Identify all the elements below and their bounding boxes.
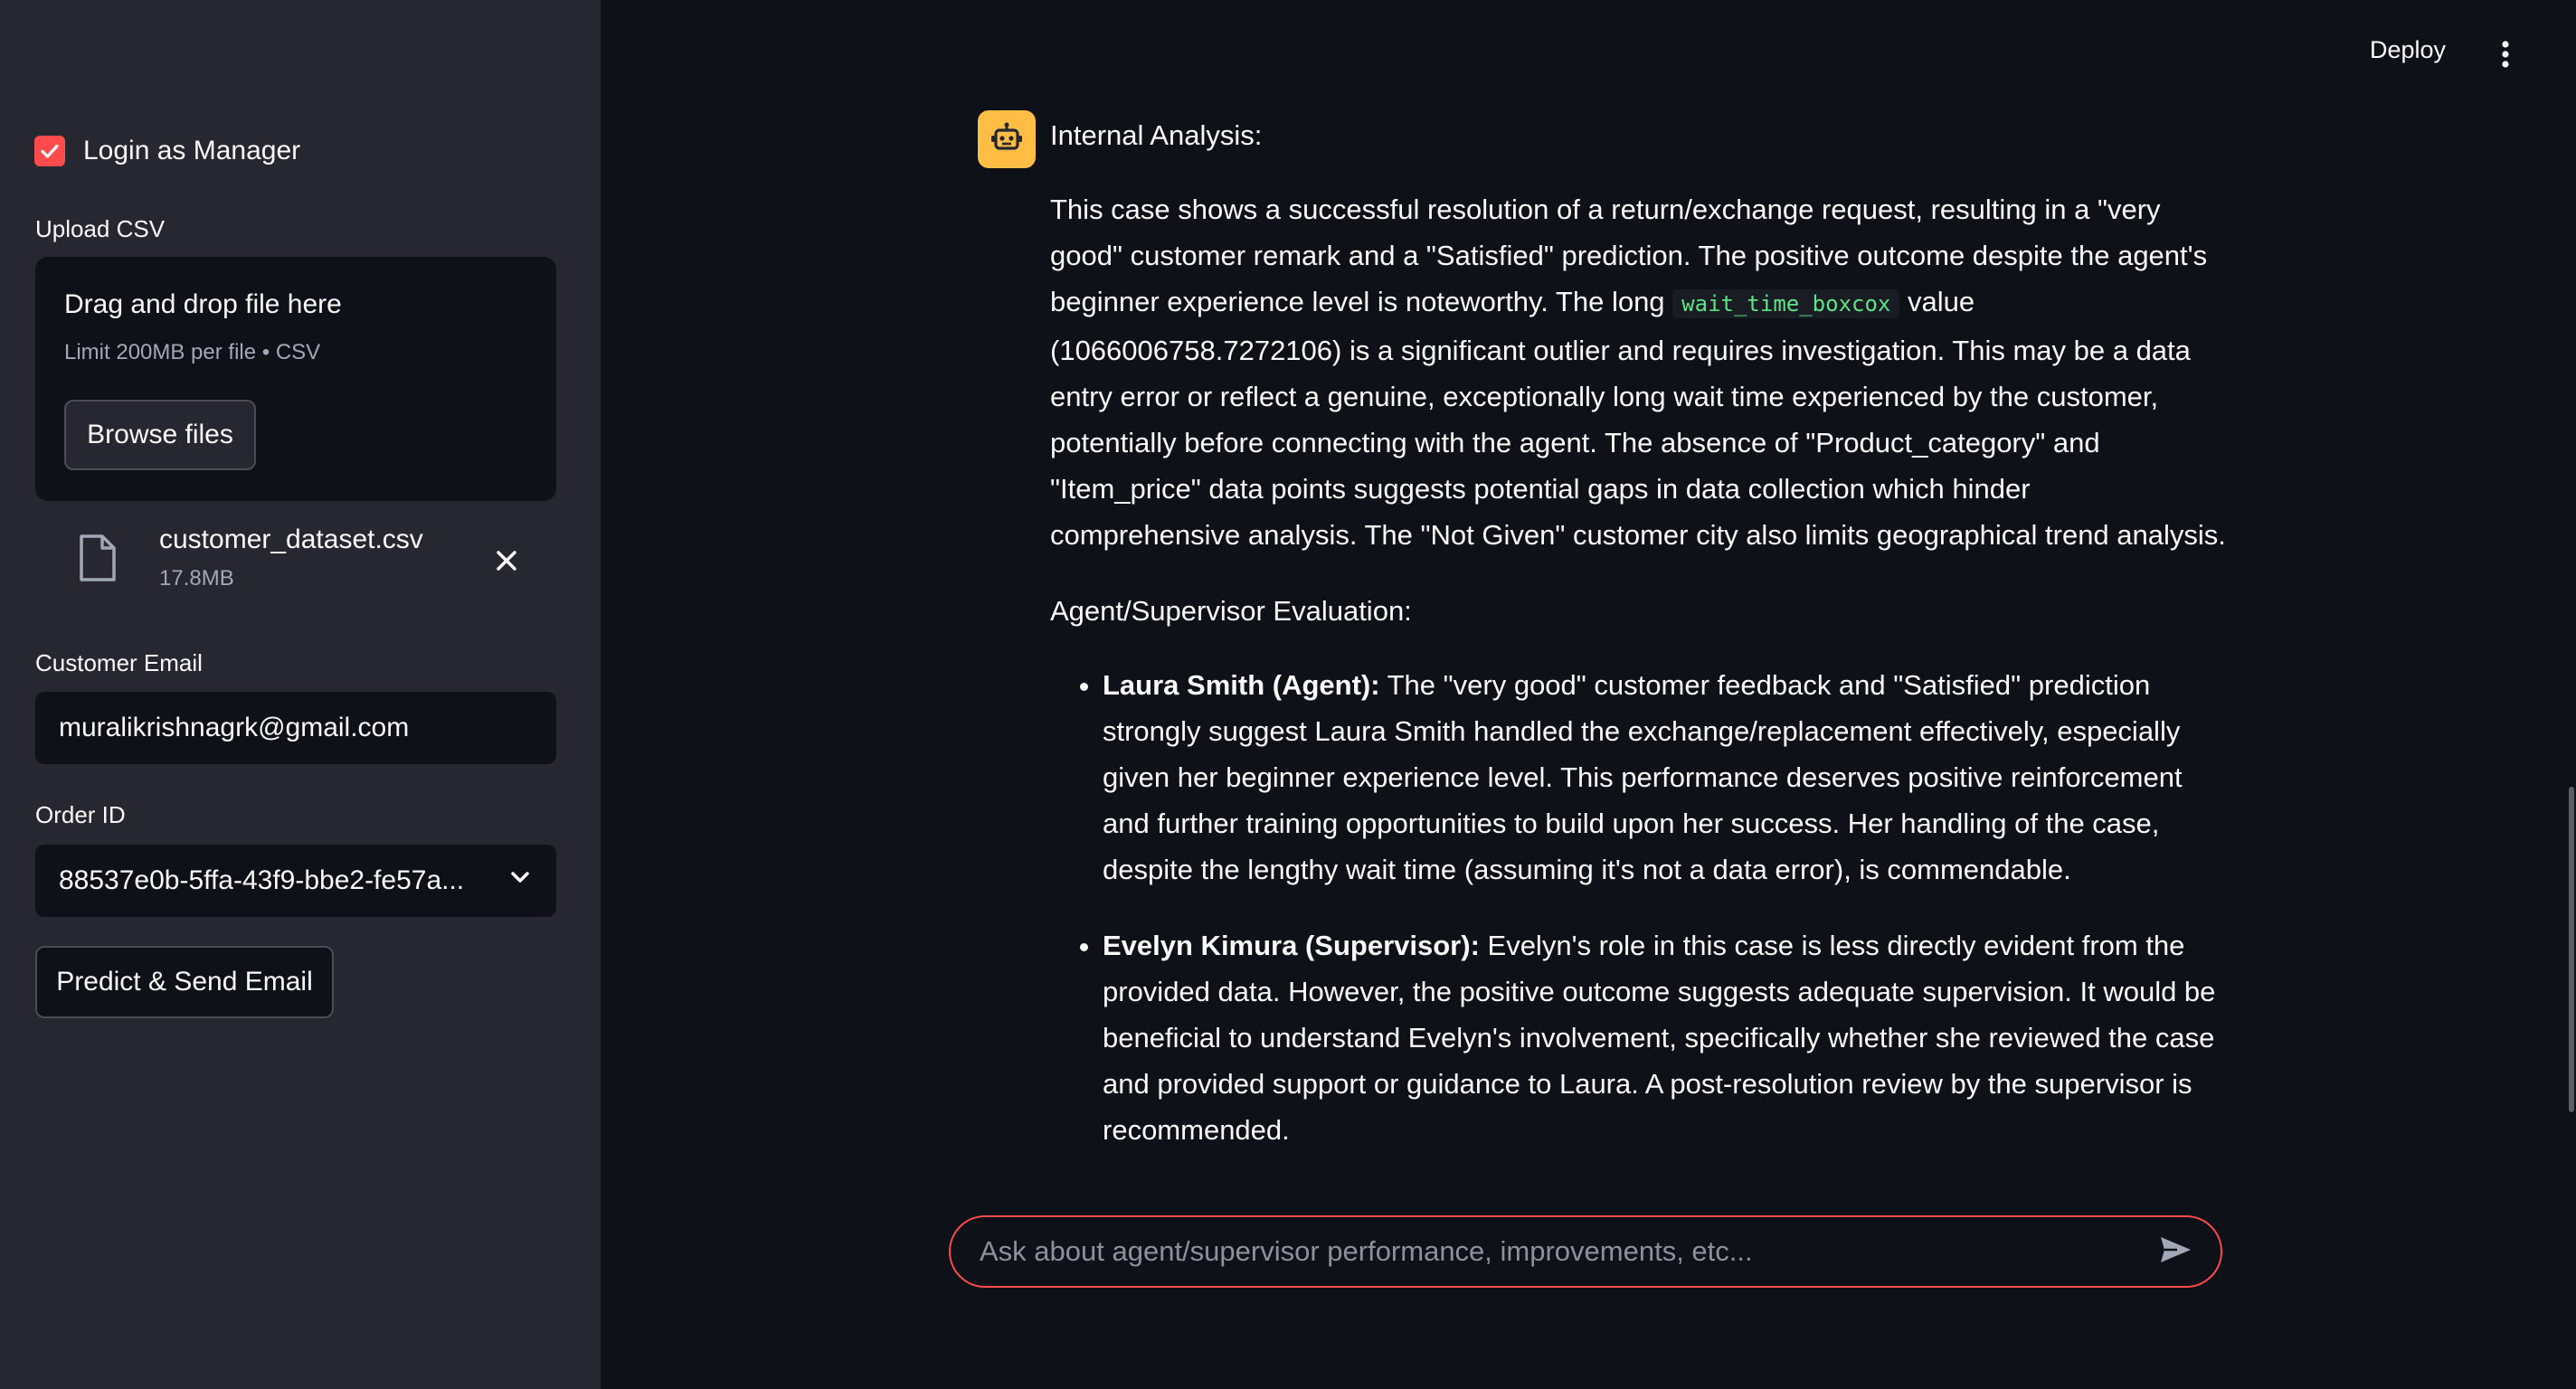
customer-email-field[interactable]: muralikrishnagrk@gmail.com bbox=[35, 692, 556, 764]
send-icon[interactable] bbox=[2157, 1232, 2193, 1272]
robot-icon bbox=[978, 110, 1036, 168]
app-window: Login as Manager Upload CSV Drag and dro… bbox=[0, 0, 2576, 1389]
upload-csv-label: Upload CSV bbox=[35, 215, 166, 242]
checkbox-checked-icon[interactable] bbox=[34, 136, 65, 166]
order-id-label: Order ID bbox=[35, 801, 126, 828]
evaluation-list: Laura Smith (Agent): The "very good" cus… bbox=[1050, 662, 2226, 1153]
evaluation-text: Evelyn's role in this case is less direc… bbox=[1103, 930, 2216, 1146]
list-item: Laura Smith (Agent): The "very good" cus… bbox=[1103, 662, 2226, 893]
file-dropzone[interactable]: Drag and drop file here Limit 200MB per … bbox=[35, 257, 556, 501]
scrollbar[interactable] bbox=[2569, 787, 2574, 1112]
close-icon[interactable] bbox=[490, 544, 523, 581]
uploaded-file-size: 17.8MB bbox=[159, 566, 234, 591]
deploy-button[interactable]: Deploy bbox=[2370, 36, 2446, 64]
analysis-heading: Internal Analysis: bbox=[1050, 119, 1263, 151]
evaluation-text: The "very good" customer feedback and "S… bbox=[1103, 669, 2183, 885]
list-item: Evelyn Kimura (Supervisor): Evelyn's rol… bbox=[1103, 922, 2226, 1153]
evaluation-heading: Agent/Supervisor Evaluation: bbox=[1050, 595, 1412, 627]
order-id-select[interactable]: 88537e0b-5ffa-43f9-bbe2-fe57a... bbox=[35, 845, 556, 917]
uploaded-file-item: customer_dataset.csv 17.8MB bbox=[72, 521, 543, 602]
uploaded-file-name: customer_dataset.csv bbox=[159, 524, 423, 554]
sidebar: Login as Manager Upload CSV Drag and dro… bbox=[0, 0, 601, 1389]
analysis-text-start: This case shows a successful resolution … bbox=[1050, 194, 2208, 317]
chat-input-bar[interactable] bbox=[949, 1215, 2222, 1288]
dropzone-title: Drag and drop file here bbox=[64, 289, 342, 319]
inline-code: wait_time_boxcox bbox=[1672, 289, 1900, 318]
login-as-manager-checkbox[interactable]: Login as Manager bbox=[34, 136, 300, 166]
analysis-paragraph: This case shows a successful resolution … bbox=[1050, 186, 2226, 558]
order-id-value: 88537e0b-5ffa-43f9-bbe2-fe57a... bbox=[59, 865, 465, 895]
analysis-text-end: value (1066006758.7272106) is a signific… bbox=[1050, 286, 2226, 551]
dropzone-limit-text: Limit 200MB per file • CSV bbox=[64, 340, 321, 364]
customer-email-value: muralikrishnagrk@gmail.com bbox=[59, 713, 410, 742]
assistant-message: Internal Analysis: This case shows a suc… bbox=[1050, 112, 2226, 1183]
customer-email-label: Customer Email bbox=[35, 649, 203, 676]
browse-files-button[interactable]: Browse files bbox=[64, 400, 256, 470]
login-as-manager-label: Login as Manager bbox=[83, 136, 301, 165]
chat-input[interactable] bbox=[978, 1234, 2157, 1269]
evaluation-name: Evelyn Kimura (Supervisor): bbox=[1103, 930, 1480, 961]
predict-send-email-button[interactable]: Predict & Send Email bbox=[35, 946, 334, 1018]
chevron-down-icon[interactable] bbox=[507, 865, 533, 897]
more-vert-icon[interactable] bbox=[2500, 40, 2511, 73]
file-icon bbox=[78, 534, 118, 587]
evaluation-name: Laura Smith (Agent): bbox=[1103, 669, 1380, 701]
